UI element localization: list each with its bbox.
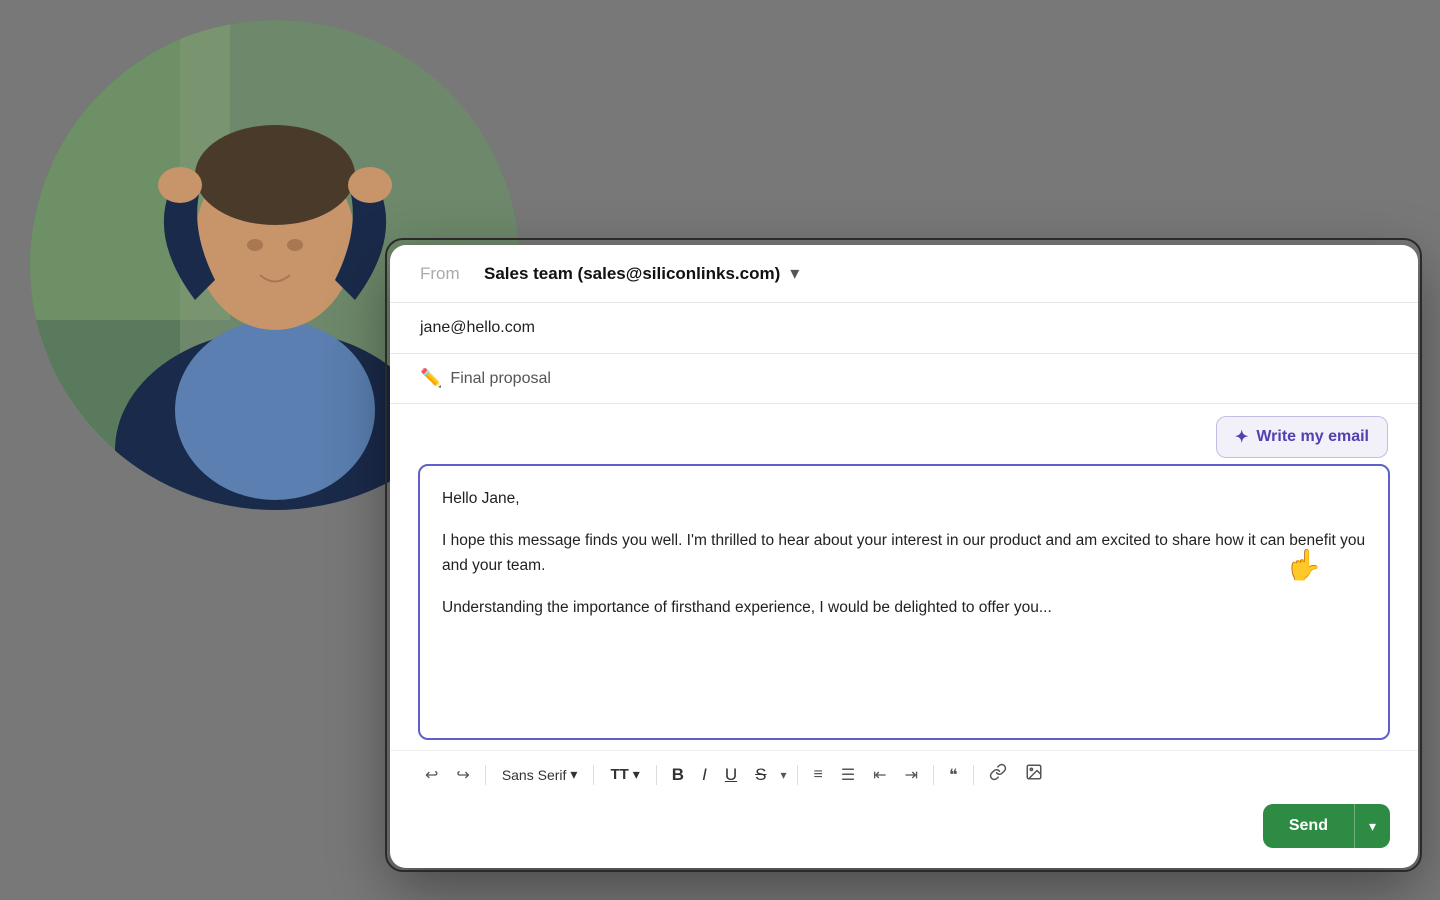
editor-toolbar: ↩ ↪ Sans Serif ▾ TT ▾ B I U S ▾ ≡ ☰ ⇤ — [390, 750, 1418, 800]
font-family-label: Sans Serif — [502, 767, 567, 783]
strikethrough-chevron[interactable]: ▾ — [777, 764, 789, 786]
from-row: From Sales team (sales@siliconlinks.com)… — [390, 245, 1418, 303]
toolbar-separator-1 — [485, 765, 486, 785]
italic-button[interactable]: I — [695, 761, 714, 789]
to-value[interactable]: jane@hello.com — [420, 319, 535, 337]
blockquote-button[interactable]: ❝ — [942, 761, 965, 789]
link-icon — [989, 763, 1007, 781]
toolbar-separator-4 — [797, 765, 798, 785]
email-body-text: Hello Jane, I hope this message finds yo… — [442, 486, 1366, 620]
chevron-down-icon: ▾ — [790, 263, 799, 284]
unordered-list-button[interactable]: ☰ — [834, 761, 862, 789]
toolbar-separator-2 — [593, 765, 594, 785]
strikethrough-button[interactable]: S — [748, 761, 773, 789]
from-value: Sales team (sales@siliconlinks.com) — [484, 264, 780, 284]
bottom-bar: Send ▾ — [390, 800, 1418, 868]
indent-increase-button[interactable]: ⇥ — [898, 761, 925, 789]
ai-button-row: ✦ Write my email — [390, 404, 1418, 464]
body-greeting: Hello Jane, — [442, 486, 1366, 512]
image-button[interactable] — [1018, 759, 1050, 790]
subject-row: ✏️ Final proposal — [390, 354, 1418, 404]
image-icon — [1025, 763, 1043, 781]
font-family-selector[interactable]: Sans Serif ▾ — [494, 762, 586, 787]
font-size-chevron: ▾ — [633, 766, 640, 783]
email-body-container[interactable]: Hello Jane, I hope this message finds yo… — [418, 464, 1390, 740]
indent-decrease-button[interactable]: ⇤ — [866, 761, 893, 789]
write-my-email-button[interactable]: ✦ Write my email — [1216, 416, 1388, 458]
toolbar-separator-3 — [656, 765, 657, 785]
redo-button[interactable]: ↪ — [449, 761, 476, 789]
toolbar-separator-6 — [973, 765, 974, 785]
from-selector[interactable]: Sales team (sales@siliconlinks.com) ▾ — [484, 263, 799, 284]
bold-button[interactable]: B — [665, 761, 691, 789]
send-button[interactable]: Send — [1263, 804, 1354, 848]
send-dropdown-button[interactable]: ▾ — [1354, 804, 1390, 848]
font-size-selector[interactable]: TT ▾ — [602, 762, 647, 787]
font-size-icon: TT — [610, 766, 628, 783]
pencil-icon: ✏️ — [420, 368, 442, 389]
ordered-list-button[interactable]: ≡ — [806, 762, 829, 788]
to-row: jane@hello.com — [390, 303, 1418, 354]
subject-value[interactable]: Final proposal — [450, 370, 551, 388]
body-paragraph2: Understanding the importance of firsthan… — [442, 595, 1366, 621]
compose-modal: From Sales team (sales@siliconlinks.com)… — [390, 245, 1418, 868]
from-label: From — [420, 264, 468, 284]
underline-button[interactable]: U — [718, 761, 744, 789]
send-button-group: Send ▾ — [1263, 804, 1390, 848]
font-family-chevron: ▾ — [570, 766, 577, 783]
undo-button[interactable]: ↩ — [418, 761, 445, 789]
link-button[interactable] — [982, 759, 1014, 790]
body-paragraph1: I hope this message finds you well. I'm … — [442, 528, 1366, 579]
toolbar-separator-5 — [933, 765, 934, 785]
write-my-email-label: Write my email — [1256, 428, 1369, 446]
send-dropdown-icon: ▾ — [1369, 818, 1376, 835]
sparkle-icon: ✦ — [1235, 427, 1248, 447]
